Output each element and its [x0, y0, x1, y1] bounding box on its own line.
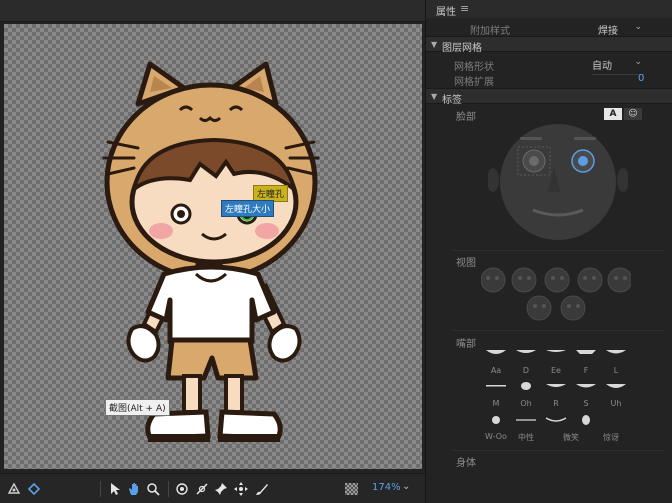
mouth-label: Aa [490, 366, 502, 375]
mouth-label: 微笑 [563, 433, 579, 442]
mouth-label: Ee [551, 366, 561, 375]
face-tag-diagram[interactable] [488, 122, 628, 242]
divider [452, 330, 664, 331]
divider [452, 450, 664, 451]
origin-icon[interactable] [174, 481, 190, 497]
divider [452, 250, 664, 251]
face-subhead: 脸部 [456, 112, 476, 123]
scene-panel: 左瞳孔 左瞳孔大小 截图(Alt + A) 174% ⌄ [0, 0, 425, 503]
properties-panel: 属性 ≡ 附加样式 焊接 ⌄ ▼ 图层网格 网格形状 自动 ⌄ 网格扩展 0 ▼… [425, 0, 672, 503]
toolbar-divider [100, 481, 101, 497]
chevron-down-icon: ⌄ [634, 22, 642, 32]
chevron-down-icon[interactable]: ⌄ [402, 481, 410, 492]
additional-style-label: 附加样式 [470, 26, 510, 37]
warp-icon[interactable] [26, 481, 42, 497]
mouth-label: S [583, 399, 589, 408]
scene-toolbar: 174% ⌄ [0, 473, 425, 503]
section-layer-mesh[interactable]: ▼ 图层网格 [426, 36, 672, 54]
mouth-label: R [553, 399, 559, 408]
mouth-label: W-Oo [485, 432, 507, 441]
mouth-subhead: 嘴部 [456, 339, 476, 350]
mouth-label: 中性 [518, 433, 534, 442]
body-subhead: 身体 [456, 458, 476, 469]
stage-canvas[interactable] [4, 24, 422, 469]
collapse-triangle-icon: ▼ [431, 40, 438, 49]
mouth-label: 惊讶 [603, 433, 619, 442]
zoom-icon[interactable] [145, 481, 161, 497]
mesh-expand-value[interactable]: 0 [638, 73, 644, 84]
hand-icon[interactable] [126, 481, 142, 497]
section-tags-label: 标签 [442, 95, 462, 106]
mouth-shapes[interactable] [484, 346, 634, 442]
view-faces[interactable] [481, 266, 631, 326]
view-subhead: 视图 [456, 258, 476, 269]
section-tags[interactable]: ▼ 标签 [426, 88, 672, 106]
section-layer-mesh-label: 图层网格 [442, 43, 482, 54]
character-illustration[interactable] [4, 24, 422, 469]
mouth-label: Uh [610, 399, 622, 408]
collapse-triangle-icon: ▼ [431, 92, 438, 101]
mouth-label: Oh [520, 399, 532, 408]
puppet-pin-icon[interactable] [6, 481, 22, 497]
transparency-grid-icon[interactable] [345, 483, 358, 495]
properties-header: 属性 ≡ [426, 0, 672, 18]
mouth-label: F [583, 366, 589, 375]
left-pupil-size-tag[interactable]: 左瞳孔大小 [221, 200, 275, 217]
dragger-icon[interactable] [233, 481, 249, 497]
panel-title: 属性 [436, 7, 456, 18]
mesh-expand-label: 网格扩展 [454, 77, 494, 88]
mesh-shape-dropdown[interactable]: 自动 ⌄ [592, 57, 644, 75]
chevron-down-icon: ⌄ [634, 57, 642, 67]
pin-icon[interactable] [213, 481, 229, 497]
screenshot-tooltip: 截图(Alt + A) [105, 399, 170, 416]
zoom-level[interactable]: 174% [372, 482, 401, 493]
toolbar-divider [168, 481, 169, 497]
mouth-label: M [492, 399, 500, 408]
select-arrow-icon[interactable] [107, 481, 123, 497]
scene-panel-header [0, 0, 425, 22]
stick-icon[interactable] [194, 481, 210, 497]
graphic-view-toggle[interactable]: ☺ [624, 108, 642, 120]
mouth-label: L [613, 366, 619, 375]
menu-icon[interactable]: ≡ [460, 2, 469, 15]
mouth-label: D [522, 366, 530, 375]
mesh-shape-label: 网格形状 [454, 62, 494, 73]
text-view-toggle[interactable]: A [604, 108, 622, 120]
app-window: 左瞳孔 左瞳孔大小 截图(Alt + A) 174% ⌄ 属性 ≡ 附加样式 焊… [0, 0, 672, 503]
draw-icon[interactable] [254, 481, 270, 497]
mesh-shape-value: 自动 [592, 61, 612, 72]
